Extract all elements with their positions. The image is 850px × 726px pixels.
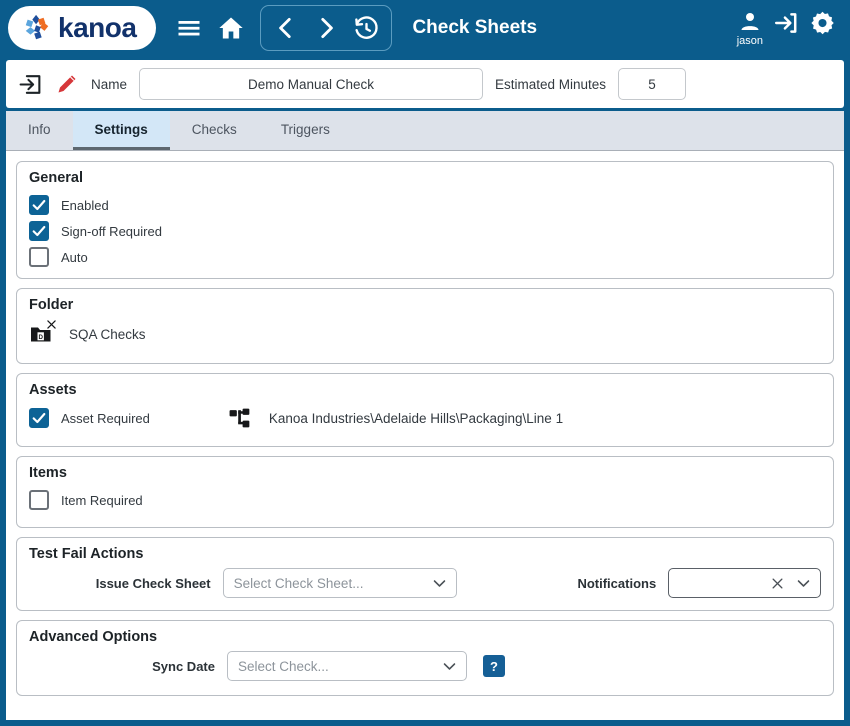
kanoa-logo-text: kanoa	[58, 12, 137, 43]
general-title: General	[29, 170, 83, 186]
items-title: Items	[29, 465, 67, 481]
chevron-left-icon[interactable]	[269, 11, 303, 45]
item-required-checkbox[interactable]	[29, 490, 49, 510]
estimated-minutes-label: Estimated Minutes	[495, 76, 607, 92]
estimated-minutes-input[interactable]	[618, 68, 687, 100]
item-required-label: Item Required	[61, 492, 143, 508]
asset-required-label: Asset Required	[61, 410, 150, 426]
signoff-required-checkbox-row[interactable]: Sign-off Required	[29, 218, 821, 244]
general-panel: General Enabled Sign-off Required Auto	[16, 161, 834, 279]
sync-date-label: Sync Date	[152, 658, 215, 674]
kanoa-logo[interactable]: kanoa	[8, 6, 157, 50]
asset-required-row[interactable]: Asset Required Kanoa Industries\Adelaide…	[29, 404, 821, 432]
tab-checks[interactable]: Checks	[170, 111, 259, 150]
signoff-required-checkbox[interactable]	[29, 221, 49, 241]
auto-label: Auto	[61, 249, 88, 265]
sync-date-row: Sync Date Select Check... ?	[29, 651, 821, 681]
issue-check-sheet-label: Issue Check Sheet	[95, 575, 211, 591]
test-fail-actions-title: Test Fail Actions	[29, 546, 144, 562]
page-title: Check Sheets	[412, 17, 538, 38]
folder-title: Folder	[29, 297, 74, 313]
gear-settings-icon[interactable]	[809, 10, 836, 37]
close-icon[interactable]	[770, 576, 785, 591]
test-fail-actions-panel: Test Fail Actions Issue Check Sheet Sele…	[16, 537, 834, 611]
history-clock-icon[interactable]	[349, 11, 383, 45]
auto-checkbox-row[interactable]: Auto	[29, 244, 821, 270]
folder-row[interactable]: D SQA Checks	[29, 319, 821, 349]
header-actions: jason	[737, 10, 840, 47]
assets-panel: Assets Asset Required Kanoa Industries\A…	[16, 373, 834, 447]
chevron-down-icon	[795, 575, 812, 592]
enabled-checkbox-row[interactable]: Enabled	[29, 192, 821, 218]
tab-triggers[interactable]: Triggers	[259, 111, 352, 150]
issue-check-sheet-row: Issue Check Sheet Select Check Sheet... …	[29, 568, 821, 598]
tab-bar: Info Settings Checks Triggers	[6, 111, 844, 151]
advanced-options-title: Advanced Options	[29, 629, 158, 645]
user-name-label: jason	[736, 34, 763, 47]
name-label: Name	[91, 76, 128, 92]
chevron-right-icon[interactable]	[309, 11, 343, 45]
asset-required-checkbox[interactable]	[29, 408, 49, 428]
folder-value: SQA Checks	[69, 326, 146, 342]
folder-panel: Folder D SQA Checks	[16, 288, 834, 364]
advanced-options-panel: Advanced Options Sync Date Select Check.…	[16, 620, 834, 696]
sync-date-select[interactable]: Select Check...	[227, 651, 467, 681]
sync-date-placeholder: Select Check...	[238, 658, 329, 674]
auto-checkbox[interactable]	[29, 247, 49, 267]
items-panel: Items Item Required	[16, 456, 834, 528]
kanoa-logo-mark	[22, 13, 52, 43]
user-account-icon[interactable]: jason	[737, 10, 763, 47]
signoff-required-label: Sign-off Required	[61, 223, 162, 239]
exit-arrow-box-icon[interactable]	[18, 72, 43, 97]
app-header: kanoa Check Sheets jason	[0, 0, 850, 56]
assets-title: Assets	[29, 382, 77, 398]
chevron-down-icon	[441, 658, 458, 675]
settings-content: General Enabled Sign-off Required Auto F…	[6, 151, 844, 720]
notifications-label: Notifications	[577, 575, 657, 591]
item-required-row[interactable]: Item Required	[29, 487, 821, 513]
svg-text:D: D	[38, 334, 43, 341]
chevron-down-icon	[431, 575, 448, 592]
help-button[interactable]: ?	[483, 655, 505, 677]
tab-settings[interactable]: Settings	[72, 111, 170, 150]
navigation-controls	[260, 5, 393, 51]
home-icon[interactable]	[214, 11, 248, 45]
enabled-checkbox[interactable]	[29, 195, 49, 215]
logout-arrow-icon[interactable]	[773, 10, 799, 36]
folder-document-icon[interactable]: D	[29, 320, 56, 346]
pencil-edit-icon[interactable]	[55, 72, 79, 96]
enabled-label: Enabled	[61, 197, 109, 213]
application-window: kanoa Check Sheets jason Name Demo Manua…	[0, 0, 850, 726]
issue-check-sheet-placeholder: Select Check Sheet...	[233, 575, 364, 591]
asset-path-value: Kanoa Industries\Adelaide Hills\Packagin…	[268, 410, 564, 426]
record-toolbar: Name Estimated Minutes	[6, 60, 844, 108]
name-input[interactable]	[139, 68, 484, 100]
issue-check-sheet-select[interactable]: Select Check Sheet...	[222, 568, 458, 598]
tab-info[interactable]: Info	[6, 111, 73, 150]
asset-hierarchy-icon[interactable]	[228, 406, 253, 431]
notifications-multiselect[interactable]	[668, 568, 821, 598]
hamburger-menu-icon[interactable]	[172, 11, 206, 45]
